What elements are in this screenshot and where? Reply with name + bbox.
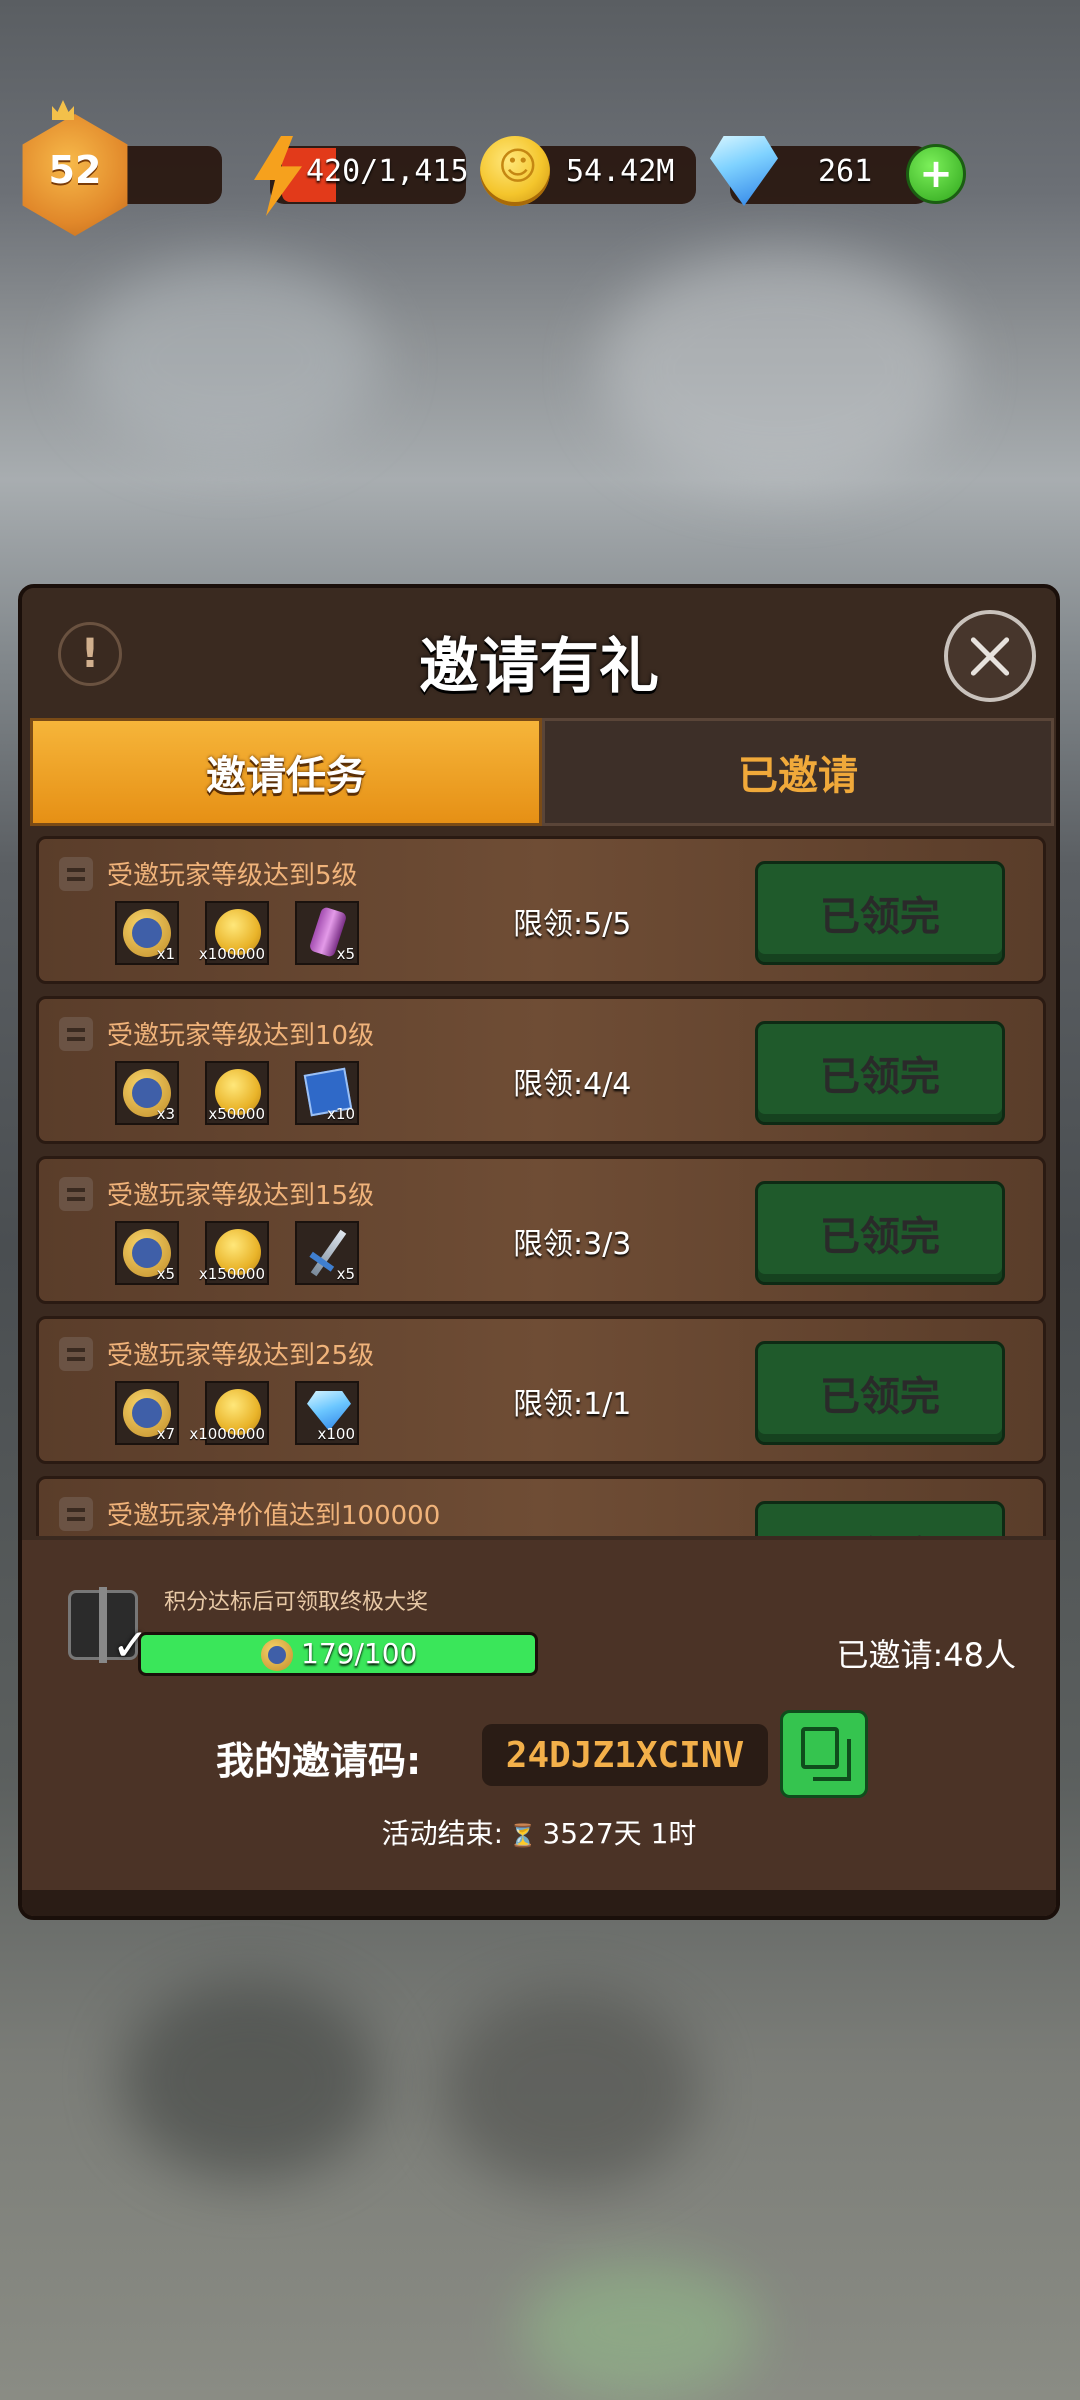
reward-item[interactable]: x150000 — [199, 1221, 269, 1285]
task-card: 受邀玩家等级达到15级 x5 x150000 x5 限领:3/3 已领完 — [36, 1156, 1046, 1304]
background-blob — [520, 2260, 760, 2400]
background-blob — [120, 1980, 380, 2180]
dialog-title: 邀请有礼 — [419, 632, 659, 702]
reward-qty: x150000 — [198, 1265, 265, 1283]
invited-count: 已邀请:48人 — [836, 1636, 1016, 1674]
reward-qty: x100000 — [198, 945, 265, 963]
claimed-button[interactable]: 已领完 — [755, 1341, 1005, 1445]
add-gems-button[interactable]: + — [906, 144, 966, 204]
invite-dialog: ! 邀请有礼 邀请任务 已邀请 受邀玩家等级达到5级 x1 x100000 x5… — [18, 584, 1060, 1920]
reward-qty: x50000 — [208, 1105, 265, 1123]
reward-item[interactable]: x100000 — [199, 901, 269, 965]
reward-item[interactable]: x50000 — [205, 1061, 269, 1125]
task-card: 受邀玩家等级达到25级 x7 x1000000 x100 限领:1/1 已领完 — [36, 1316, 1046, 1464]
event-end-time: 3527天 1时 — [542, 1817, 697, 1850]
resource-bar: 52 420/1,415 54.42M 261 + — [0, 100, 1080, 250]
task-title: 受邀玩家等级达到10级 — [107, 1021, 375, 1051]
reward-item[interactable]: x5 — [295, 901, 359, 965]
task-title: 受邀玩家等级达到15级 — [107, 1181, 375, 1211]
task-limit: 限领:3/3 — [513, 1227, 632, 1262]
task-list-icon — [59, 1177, 93, 1211]
task-list-icon — [59, 1497, 93, 1531]
reward-item[interactable]: x7 — [115, 1381, 179, 1445]
reward-qty: x7 — [156, 1425, 175, 1443]
coin-icon — [480, 136, 550, 206]
reward-item[interactable]: x1 — [115, 901, 179, 965]
task-card: 受邀玩家等级达到10级 x3 x50000 x10 限领:4/4 已领完 — [36, 996, 1046, 1144]
claimed-button[interactable]: 已领完 — [755, 1021, 1005, 1125]
reward-qty: x100 — [317, 1425, 355, 1443]
reward-qty: x5 — [156, 1265, 175, 1283]
tab-invited[interactable]: 已邀请 — [542, 718, 1054, 826]
background-blob — [440, 1990, 700, 2190]
dialog-header: ! 邀请有礼 — [22, 588, 1056, 718]
reward-qty: x3 — [156, 1105, 175, 1123]
copy-code-button[interactable] — [780, 1710, 868, 1798]
progress-text: 179/100 — [301, 1637, 418, 1670]
task-limit: 限领:4/4 — [513, 1067, 632, 1102]
task-card: 受邀玩家等级达到5级 x1 x100000 x5 限领:5/5 已领完 — [36, 836, 1046, 984]
background-blob — [80, 260, 380, 460]
gem-value: 261 — [818, 154, 873, 189]
reward-item[interactable]: x100 — [295, 1381, 359, 1445]
reward-hint: 积分达标后可领取终极大奖 — [164, 1590, 429, 1615]
claimed-button[interactable]: 已领完 — [755, 861, 1005, 965]
reward-item[interactable]: x10 — [295, 1061, 359, 1125]
reward-qty: x10 — [327, 1105, 355, 1123]
tab-bar: 邀请任务 已邀请 — [30, 718, 1054, 826]
event-end-label: 活动结束: — [381, 1817, 504, 1850]
reward-qty: x1 — [156, 945, 175, 963]
task-card: 受邀玩家净价值达到100000 已领完 — [36, 1476, 1046, 1536]
event-end-timer: 活动结束: ⏳ 3527天 1时 — [22, 1812, 1056, 1852]
energy-value: 420/1,415 — [306, 154, 469, 189]
gold-value: 54.42M — [566, 154, 675, 189]
invite-code-label: 我的邀请码: — [216, 1739, 422, 1783]
invite-summary-panel: ✓ 积分达标后可领取终极大奖 179/100 已邀请:48人 我的邀请码: 24… — [22, 1540, 1056, 1916]
close-button[interactable] — [944, 610, 1036, 702]
reward-qty: x5 — [336, 945, 355, 963]
reward-qty: x5 — [336, 1265, 355, 1283]
panel-bottom-strip — [22, 1890, 1056, 1916]
tab-invite-tasks[interactable]: 邀请任务 — [30, 718, 542, 826]
task-limit: 限领:1/1 — [513, 1387, 632, 1422]
task-list-icon — [59, 1337, 93, 1371]
background-blob — [600, 250, 960, 490]
task-title: 受邀玩家等级达到25级 — [107, 1341, 375, 1371]
crown-icon — [52, 100, 74, 120]
reward-item[interactable]: x1000000 — [189, 1381, 269, 1445]
reward-qty: x1000000 — [189, 1425, 265, 1443]
task-list-icon — [59, 857, 93, 891]
reward-item[interactable]: x5 — [115, 1221, 179, 1285]
hourglass-icon: ⏳ — [509, 1824, 537, 1849]
reward-item[interactable]: x5 — [295, 1221, 359, 1285]
medal-icon — [261, 1639, 293, 1671]
invite-code[interactable]: 24DJZ1XCINV — [482, 1724, 768, 1786]
plus-icon: + — [919, 151, 953, 197]
task-title: 受邀玩家净价值达到100000 — [107, 1501, 441, 1531]
player-level: 52 — [48, 148, 102, 192]
player-level-badge[interactable]: 52 — [22, 114, 128, 236]
task-list[interactable]: 受邀玩家等级达到5级 x1 x100000 x5 限领:5/5 已领完 受邀玩家… — [36, 836, 1046, 1536]
task-list-icon — [59, 1017, 93, 1051]
task-limit: 限领:5/5 — [513, 907, 632, 942]
reward-item[interactable]: x3 — [115, 1061, 179, 1125]
claimed-button[interactable]: 已领完 — [755, 1501, 1005, 1536]
claimed-button[interactable]: 已领完 — [755, 1181, 1005, 1285]
task-title: 受邀玩家等级达到5级 — [107, 861, 358, 891]
points-progress-bar: 179/100 — [138, 1632, 538, 1676]
